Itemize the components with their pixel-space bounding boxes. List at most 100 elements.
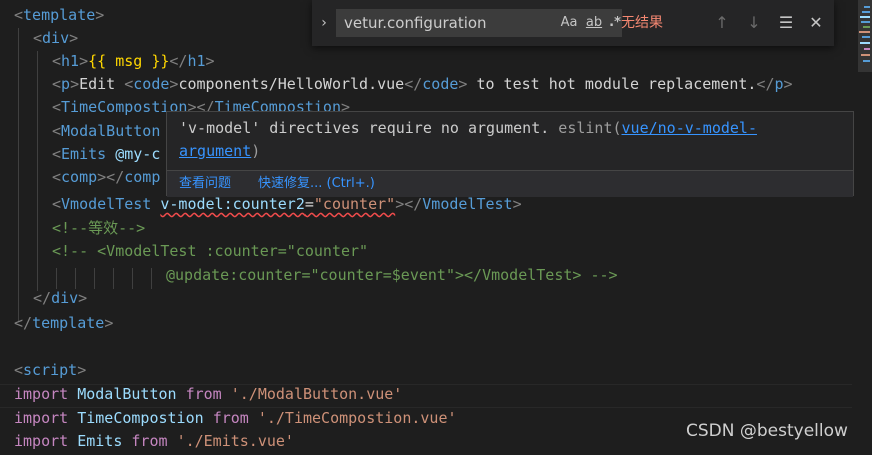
token: < — [52, 168, 62, 186]
token: @my-c — [106, 145, 161, 163]
token: </ — [14, 314, 33, 332]
minimap-line — [862, 36, 870, 38]
token: > — [95, 6, 105, 24]
code-line-7[interactable]: <Emits @my-c — [52, 143, 160, 166]
token: template — [32, 314, 105, 332]
token: ModalButton — [61, 122, 161, 140]
indent-guide — [113, 268, 114, 289]
token: < — [33, 29, 43, 47]
minimap-line — [862, 11, 870, 13]
token: TimeCompostion — [77, 409, 204, 427]
code-line-8[interactable]: <comp></comp — [52, 166, 160, 189]
token: VmodelTest — [422, 195, 513, 213]
token: code — [422, 75, 459, 93]
token: > — [79, 52, 89, 70]
token: h1 — [61, 52, 80, 70]
indent-guide — [151, 268, 152, 289]
token: "counter" — [313, 195, 396, 213]
token: from — [212, 409, 249, 427]
token: < — [14, 6, 24, 24]
hover-status-bar: 查看问题 快速修复... (Ctrl+.) — [167, 170, 853, 197]
previous-match-icon[interactable]: ↑ — [711, 12, 733, 34]
minimap-line — [861, 54, 870, 56]
token: from — [131, 432, 168, 450]
close-icon[interactable]: ✕ — [805, 12, 827, 34]
code-line-16[interactable]: <script> — [14, 359, 86, 382]
token: import — [14, 409, 69, 427]
minimap-line — [860, 42, 870, 44]
token: p — [61, 75, 71, 93]
code-line-6[interactable]: <ModalButton — [52, 120, 160, 143]
find-in-selection-icon[interactable]: ☰ — [775, 12, 797, 34]
token: import — [14, 432, 69, 450]
token: </ — [33, 289, 52, 307]
indent-guide — [94, 268, 95, 289]
token: @update:counter="counter=$event"></Vmode… — [166, 266, 618, 284]
token: > — [205, 52, 215, 70]
code-line-19[interactable]: import Emits from './Emits.vue' — [14, 430, 294, 453]
hover-source-close: ) — [251, 142, 261, 160]
token: import — [14, 385, 69, 403]
find-widget: › vetur.configuration Aa ab .* 无结果 ↑ ↓ ☰… — [312, 0, 834, 46]
token: < — [52, 122, 62, 140]
token: ></ — [395, 195, 423, 213]
error-squiggle[interactable]: v-model:counter2="counter" — [160, 195, 395, 213]
code-line-3[interactable]: <h1>{{ msg }}</h1> — [52, 50, 215, 73]
quick-fix-link[interactable]: 快速修复... (Ctrl+.) — [258, 175, 375, 193]
token: Emits — [77, 432, 123, 450]
token: comp — [61, 168, 98, 186]
token: < — [52, 98, 62, 116]
view-problem-link[interactable]: 查看问题 — [179, 175, 231, 193]
minimap-line — [860, 16, 870, 18]
find-input[interactable]: vetur.configuration Aa ab .* — [336, 9, 622, 37]
minimap-line — [863, 60, 870, 62]
token: h1 — [187, 52, 206, 70]
token: code — [133, 75, 170, 93]
minimap[interactable] — [858, 0, 872, 455]
code-line-12[interactable]: @update:counter="counter=$event"></Vmode… — [166, 264, 618, 287]
token: </ — [169, 52, 188, 70]
token: ModalButton — [77, 385, 177, 403]
token: ></ — [97, 168, 125, 186]
match-case-icon[interactable]: Aa — [558, 13, 580, 33]
code-line-2[interactable]: <div> — [33, 27, 78, 50]
code-line-4[interactable]: <p>Edit <code>components/HelloWorld.vue<… — [52, 73, 793, 96]
token: < — [14, 361, 24, 379]
code-line-10[interactable]: <!--等效--> — [52, 217, 145, 240]
token: div — [51, 289, 79, 307]
minimap-line — [864, 6, 870, 8]
watermark: CSDN @bestyellow — [686, 421, 848, 441]
code-editor[interactable]: <template> <div> <h1>{{ msg }}</h1> <p>E… — [0, 0, 872, 455]
token: Emits — [61, 145, 107, 163]
find-input-value: vetur.configuration — [344, 14, 487, 32]
token: > — [78, 289, 88, 307]
token: > — [104, 314, 114, 332]
minimap-line — [859, 31, 870, 33]
token: <!--等效--> — [52, 219, 146, 237]
token: Edit — [79, 75, 125, 93]
code-line-1[interactable]: <template> — [14, 4, 104, 27]
token: './ModalButton.vue' — [230, 385, 403, 403]
token: components/HelloWorld.vue — [178, 75, 405, 93]
token: div — [42, 29, 70, 47]
token: > — [77, 361, 87, 379]
token: {{ msg }} — [88, 52, 170, 70]
hover-popup: 'v-model' directives require no argument… — [166, 111, 854, 197]
token: v-model:counter2 — [160, 195, 305, 213]
minimap-line — [864, 48, 870, 50]
next-match-icon[interactable]: ↓ — [743, 12, 765, 34]
token: script — [23, 361, 78, 379]
hover-message-text: 'v-model' directives require no argument… — [179, 119, 550, 137]
code-line-17[interactable]: import ModalButton from './ModalButton.v… — [14, 383, 402, 406]
token: </ — [756, 75, 775, 93]
code-line-11[interactable]: <!-- <VmodelTest :counter="counter" — [52, 240, 368, 263]
code-line-18[interactable]: import TimeCompostion from './TimeCompos… — [14, 407, 457, 430]
token: </ — [404, 75, 423, 93]
chevron-right-icon[interactable]: › — [316, 10, 332, 36]
indent-guide — [75, 268, 76, 289]
code-line-14[interactable]: </template> — [14, 312, 113, 335]
whole-word-icon[interactable]: ab — [583, 13, 605, 33]
code-line-13[interactable]: </div> — [33, 287, 87, 310]
minimap-line — [863, 26, 870, 28]
token: > — [70, 75, 80, 93]
